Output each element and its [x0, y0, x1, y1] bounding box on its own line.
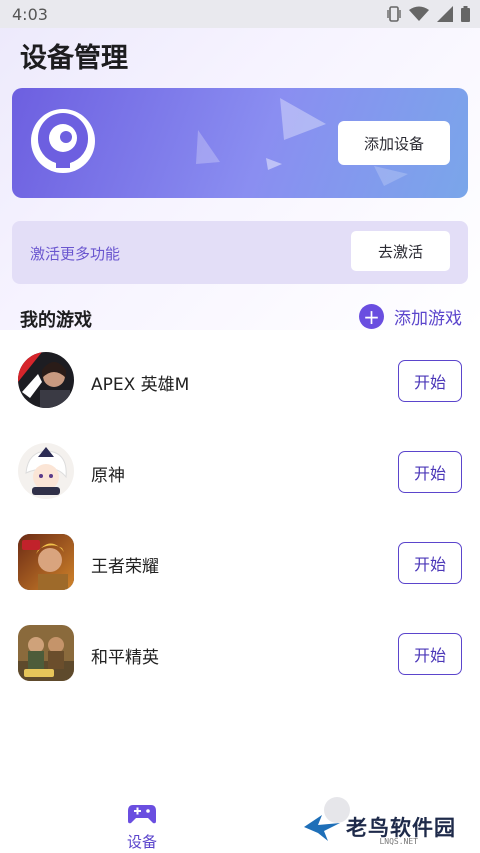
device-logo-icon — [30, 108, 96, 178]
start-game-button[interactable]: 开始 — [398, 360, 462, 402]
activate-bar: 激活更多功能 去激活 — [12, 221, 468, 284]
start-game-button[interactable]: 开始 — [398, 542, 462, 584]
device-card: 添加设备 — [12, 88, 468, 198]
vibrate-icon — [387, 6, 401, 22]
activate-text: 激活更多功能 — [30, 245, 121, 263]
games-section-title: 我的游戏 — [20, 310, 92, 331]
signal-icon — [437, 6, 453, 22]
game-name: APEX 英雄M — [91, 375, 190, 395]
start-game-button[interactable]: 开始 — [398, 451, 462, 493]
bird-logo-icon — [304, 815, 340, 841]
honor-of-kings-icon — [18, 534, 74, 590]
game-row: 和平精英 开始 — [0, 619, 480, 710]
watermark-sub: LNQS.NET — [379, 837, 418, 846]
nav-tab-device[interactable]: 设备 — [118, 801, 166, 852]
genshin-impact-icon — [18, 443, 74, 499]
gamepad-icon — [128, 805, 156, 824]
game-name: 和平精英 — [91, 648, 159, 668]
plus-icon: + — [359, 304, 384, 329]
game-name: 原神 — [91, 466, 125, 486]
nav-tab-device-label: 设备 — [126, 833, 157, 851]
status-time: 4:03 — [12, 5, 48, 24]
apex-legends-mobile-icon — [18, 352, 74, 408]
add-game-label: 添加游戏 — [394, 309, 462, 329]
start-game-button[interactable]: 开始 — [398, 633, 462, 675]
game-list: APEX 英雄M 开始 原神 开始 王者荣耀 开始 和平精英 开始 — [0, 346, 480, 710]
add-game-button[interactable]: + 添加游戏 — [359, 304, 462, 329]
page-title: 设备管理 — [20, 43, 128, 74]
wifi-icon — [409, 6, 429, 21]
status-bar: 4:03 — [0, 0, 480, 28]
status-icons — [387, 6, 470, 22]
add-device-button[interactable]: 添加设备 — [338, 121, 450, 165]
game-name: 王者荣耀 — [91, 557, 159, 577]
games-section-header: 我的游戏 + 添加游戏 — [0, 300, 480, 336]
game-row: 原神 开始 — [0, 437, 480, 528]
game-for-peace-icon — [18, 625, 74, 681]
activate-button[interactable]: 去激活 — [351, 231, 450, 271]
game-row: APEX 英雄M 开始 — [0, 346, 480, 437]
game-row: 王者荣耀 开始 — [0, 528, 480, 619]
battery-icon — [461, 6, 470, 22]
